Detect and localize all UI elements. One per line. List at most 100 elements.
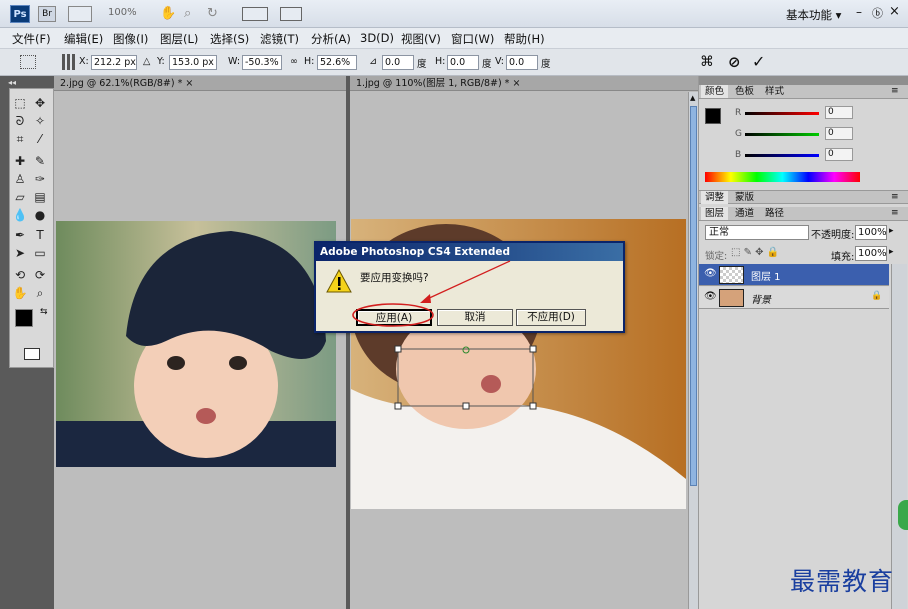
commit-transform-icon[interactable]: ✓: [752, 52, 765, 71]
menu-layer[interactable]: 图层(L): [160, 31, 198, 47]
shape-tool-icon[interactable]: ▭: [32, 245, 48, 261]
menu-edit[interactable]: 编辑(E): [64, 31, 103, 47]
menu-help[interactable]: 帮助(H): [504, 31, 545, 47]
magic-wand-tool-icon[interactable]: ✧: [32, 113, 48, 129]
tab-color[interactable]: 颜色: [701, 85, 729, 98]
layer-row-2[interactable]: 👁 背景 🔒: [699, 287, 889, 309]
swap-colors-icon[interactable]: ⇆: [40, 307, 48, 317]
color-spectrum-bar[interactable]: [705, 172, 860, 182]
scrollbar-thumb[interactable]: [690, 106, 697, 486]
zoom-tool-icon[interactable]: ⌕: [32, 285, 48, 301]
hand-tool-icon[interactable]: ✋: [160, 6, 176, 21]
dont-apply-button[interactable]: 不应用(D): [516, 309, 586, 326]
y-input[interactable]: 153.0 px: [169, 55, 217, 70]
lasso-tool-icon[interactable]: ᘐ: [12, 113, 28, 129]
b-value[interactable]: 0: [825, 148, 853, 161]
marquee-tool-icon[interactable]: ⬚: [12, 95, 28, 111]
screen-mode-icon[interactable]: [68, 6, 92, 22]
vskew-input[interactable]: 0.0: [506, 55, 538, 70]
panel-menu-icon[interactable]: ≡: [891, 86, 899, 96]
healing-brush-tool-icon[interactable]: ✚: [12, 153, 28, 169]
tab-swatches[interactable]: 色板: [731, 85, 758, 98]
opacity-input[interactable]: 100%: [855, 225, 887, 240]
quick-mask-icon[interactable]: [24, 348, 40, 360]
tab-paths[interactable]: 路径: [761, 207, 788, 220]
transform-tool-icon[interactable]: [20, 55, 36, 69]
rotate-view-icon[interactable]: ↻: [207, 6, 218, 21]
brush-tool-icon[interactable]: ✎: [32, 153, 48, 169]
menu-window[interactable]: 窗口(W): [451, 31, 494, 47]
layers-scrollbar[interactable]: [891, 264, 907, 609]
blue-slider[interactable]: [745, 154, 819, 157]
x-input[interactable]: 212.2 px: [91, 55, 137, 70]
green-slider[interactable]: [745, 133, 819, 136]
menu-analysis[interactable]: 分析(A): [311, 31, 351, 47]
panel-menu-icon[interactable]: ≡: [891, 208, 899, 218]
menu-file[interactable]: 文件(F): [12, 31, 51, 47]
zoom-tool-icon[interactable]: ⌕: [184, 6, 191, 21]
type-tool-icon[interactable]: T: [32, 227, 48, 243]
tab-adjustments[interactable]: 调整: [701, 191, 729, 204]
panel-menu-icon[interactable]: ≡: [891, 192, 899, 202]
menu-select[interactable]: 选择(S): [210, 31, 249, 47]
eye-icon[interactable]: 👁: [704, 291, 717, 302]
r-value[interactable]: 0: [825, 106, 853, 119]
w-input[interactable]: -50.3%: [242, 55, 282, 70]
minimize-button[interactable]: –: [856, 5, 862, 19]
3d-orbit-tool-icon[interactable]: ⟳: [32, 267, 48, 283]
menu-3d[interactable]: 3D(D): [360, 31, 394, 45]
g-value[interactable]: 0: [825, 127, 853, 140]
pen-tool-icon[interactable]: ✒: [12, 227, 28, 243]
apply-button[interactable]: 应用(A): [356, 309, 432, 326]
eraser-tool-icon[interactable]: ▱: [12, 189, 28, 205]
3d-rotate-tool-icon[interactable]: ⟲: [12, 267, 28, 283]
tab-styles[interactable]: 样式: [761, 85, 788, 98]
arrange-documents-icon[interactable]: [242, 7, 268, 21]
vertical-scrollbar[interactable]: ▲: [688, 92, 698, 609]
side-widget-tab[interactable]: [898, 500, 908, 530]
document-tab-2[interactable]: 1.jpg @ 110%(图层 1, RGB/8#) * ×: [350, 76, 698, 91]
tab-masks[interactable]: 蒙版: [731, 191, 758, 204]
move-tool-icon[interactable]: ✥: [32, 95, 48, 111]
path-selection-tool-icon[interactable]: ➤: [12, 245, 28, 261]
angle-input[interactable]: 0.0: [382, 55, 414, 70]
clone-stamp-tool-icon[interactable]: ♙: [12, 171, 28, 187]
red-slider[interactable]: [745, 112, 819, 115]
tab-layers[interactable]: 图层: [701, 207, 729, 220]
dodge-tool-icon[interactable]: ●: [32, 207, 48, 223]
scroll-up-icon[interactable]: ▲: [690, 94, 695, 102]
menu-image[interactable]: 图像(I): [113, 31, 148, 47]
hand-tool-icon[interactable]: ✋: [12, 285, 28, 301]
close-button[interactable]: ×: [889, 4, 900, 19]
history-brush-tool-icon[interactable]: ✑: [32, 171, 48, 187]
cancel-transform-icon[interactable]: ⊘: [728, 53, 741, 71]
eyedropper-tool-icon[interactable]: ⁄: [32, 131, 48, 147]
restore-button[interactable]: ⓑ: [872, 5, 883, 21]
cancel-button[interactable]: 取消: [437, 309, 513, 326]
document-tab-1[interactable]: 2.jpg @ 62.1%(RGB/8#) * ×: [54, 76, 346, 91]
workspace-switcher[interactable]: 基本功能 ▾: [786, 7, 841, 23]
lock-icons[interactable]: ⬚ ✎ ✥ 🔒: [731, 247, 779, 258]
menu-view[interactable]: 视图(V): [401, 31, 441, 47]
opacity-arrow-icon[interactable]: ▸: [889, 226, 894, 236]
warp-mode-icon[interactable]: ⌘: [700, 54, 714, 70]
link-icon[interactable]: ∞: [290, 56, 298, 67]
hskew-input[interactable]: 0.0: [447, 55, 479, 70]
layer-row-1[interactable]: 👁 图层 1: [699, 264, 889, 286]
crop-tool-icon[interactable]: ⌗: [12, 131, 28, 147]
zoom-level-select[interactable]: 100%: [108, 7, 137, 18]
bridge-icon[interactable]: Br: [38, 6, 56, 22]
reference-point-icon[interactable]: [62, 54, 76, 70]
blur-tool-icon[interactable]: 💧: [12, 207, 28, 223]
h-input[interactable]: 52.6%: [317, 55, 357, 70]
gradient-tool-icon[interactable]: ▤: [32, 189, 48, 205]
screen-layout-icon[interactable]: [280, 7, 302, 21]
fill-arrow-icon[interactable]: ▸: [889, 247, 894, 257]
menu-filter[interactable]: 滤镜(T): [260, 31, 299, 47]
eye-icon[interactable]: 👁: [704, 268, 717, 279]
blend-mode-select[interactable]: 正常: [705, 225, 809, 240]
tab-channels[interactable]: 通道: [731, 207, 758, 220]
fg-color-swatch[interactable]: [705, 108, 721, 124]
collapse-icon[interactable]: ◂◂: [8, 78, 16, 87]
fill-input[interactable]: 100%: [855, 246, 887, 261]
